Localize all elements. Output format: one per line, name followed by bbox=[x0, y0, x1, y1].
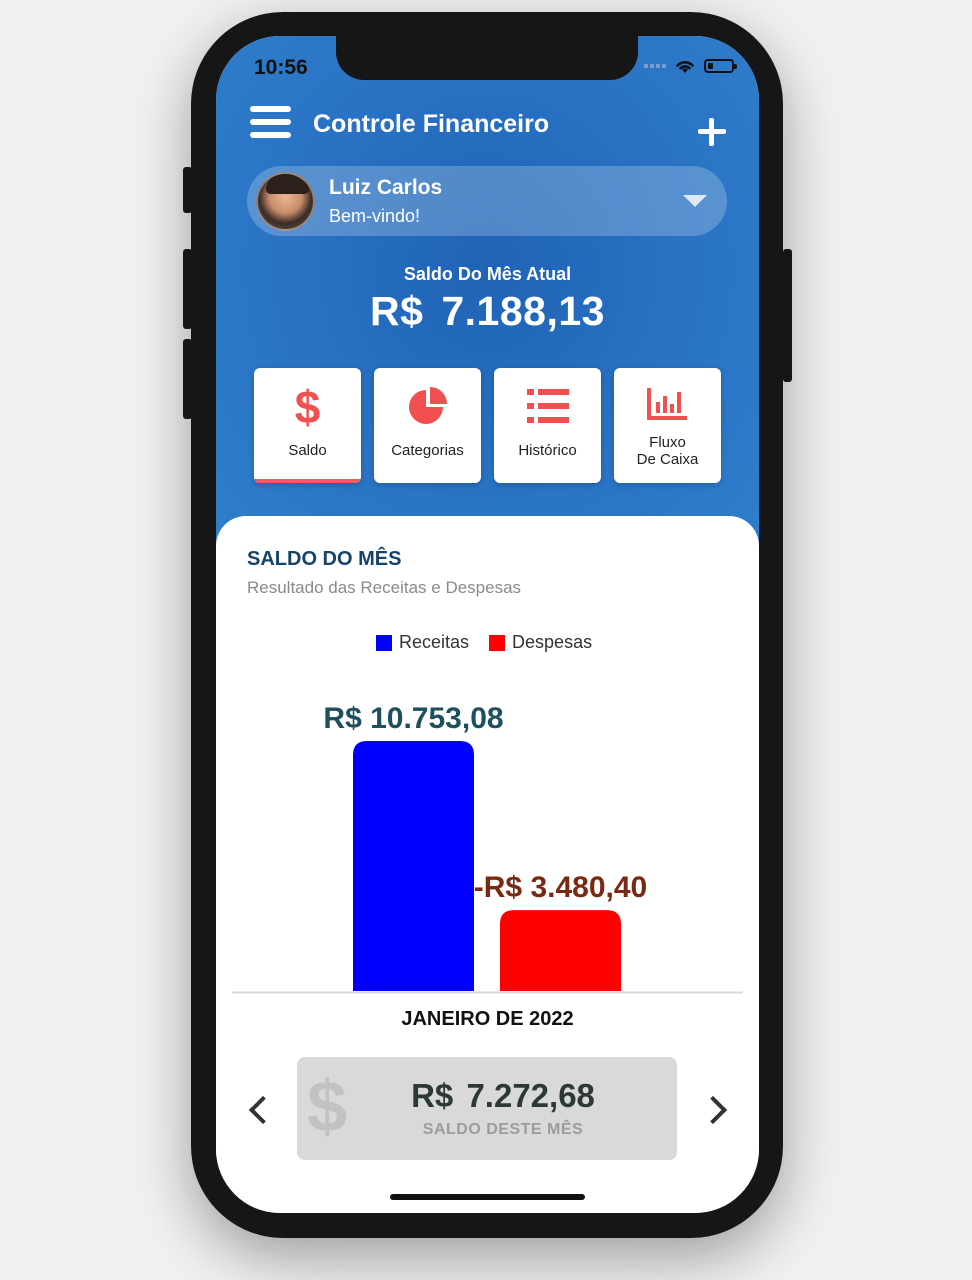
app-screen: 10:56 Controle Financeiro Luiz Carlos Be… bbox=[216, 36, 759, 1213]
summary-label: SALDO DESTE MÊS bbox=[422, 1121, 584, 1138]
legend-swatch-receitas bbox=[376, 634, 392, 651]
tile-historico[interactable]: Histórico bbox=[494, 368, 601, 483]
chevron-left-icon[interactable] bbox=[248, 1095, 278, 1125]
bar-chart: R$ 10.753,08 -R$ 3.480,40 bbox=[232, 702, 743, 994]
summary-value: R$ 7.272,68 bbox=[411, 1077, 595, 1114]
signal-icon bbox=[644, 64, 666, 68]
status-time: 10:56 bbox=[254, 56, 308, 79]
saldo-card: SALDO DO MÊS Resultado das Receitas e De… bbox=[216, 516, 759, 1213]
data-label-despesas: -R$ 3.480,40 bbox=[474, 871, 647, 904]
bar-receitas bbox=[353, 741, 474, 991]
chart-period-label: JANEIRO DE 2022 bbox=[401, 1008, 574, 1030]
tile-saldo[interactable]: $ Saldo bbox=[254, 368, 361, 483]
add-icon[interactable] bbox=[698, 118, 726, 146]
card-title: SALDO DO MÊS bbox=[247, 548, 402, 570]
tile-historico-label: Histórico bbox=[518, 442, 577, 459]
bar-despesas bbox=[500, 910, 621, 991]
tile-fluxo-label: Fluxo De Caixa bbox=[614, 434, 721, 468]
chevron-down-icon[interactable] bbox=[683, 195, 707, 207]
avatar bbox=[256, 172, 315, 231]
list-icon bbox=[526, 389, 569, 423]
notch bbox=[336, 36, 638, 80]
tile-fluxo-de-caixa[interactable]: Fluxo De Caixa bbox=[614, 368, 721, 483]
tile-categorias[interactable]: Categorias bbox=[374, 368, 481, 483]
app-title: Controle Financeiro bbox=[313, 110, 550, 138]
user-greeting: Bem-vindo! bbox=[329, 206, 421, 226]
legend-swatch-despesas bbox=[489, 634, 506, 651]
menu-icon[interactable] bbox=[250, 106, 291, 142]
balance-label: Saldo Do Mês Atual bbox=[403, 264, 572, 284]
legend-item-despesas: Despesas bbox=[489, 632, 592, 653]
tile-saldo-label: Saldo bbox=[288, 442, 327, 459]
balance-value: R$ 7.188,13 bbox=[370, 288, 605, 334]
legend-label-despesas: Despesas bbox=[512, 632, 593, 652]
header-area: 10:56 Controle Financeiro Luiz Carlos Be… bbox=[216, 36, 759, 556]
bar-chart-icon bbox=[646, 388, 687, 420]
legend-label-receitas: Receitas bbox=[399, 632, 470, 652]
home-indicator bbox=[390, 1194, 585, 1200]
month-summary: $ R$ 7.272,68 SALDO DESTE MÊS bbox=[297, 1057, 677, 1160]
dollar-icon: $ bbox=[294, 381, 321, 433]
status-icons bbox=[644, 58, 737, 74]
tile-fluxo-label-line2: De Caixa bbox=[636, 451, 699, 468]
wifi-icon bbox=[676, 61, 694, 73]
battery-icon bbox=[704, 59, 737, 73]
card-subtitle: Resultado das Receitas e Despesas bbox=[247, 578, 522, 597]
power-button bbox=[783, 249, 792, 382]
user-selector[interactable]: Luiz Carlos Bem-vindo! bbox=[247, 166, 727, 236]
data-label-receitas: R$ 10.753,08 bbox=[323, 702, 503, 735]
user-name: Luiz Carlos bbox=[329, 176, 443, 199]
chart-legend: Receitas Despesas bbox=[376, 632, 612, 653]
tile-fluxo-label-line1: Fluxo bbox=[649, 434, 686, 451]
pie-chart-icon bbox=[408, 387, 447, 424]
legend-item-receitas: Receitas bbox=[376, 632, 469, 653]
tile-categorias-label: Categorias bbox=[391, 442, 464, 459]
